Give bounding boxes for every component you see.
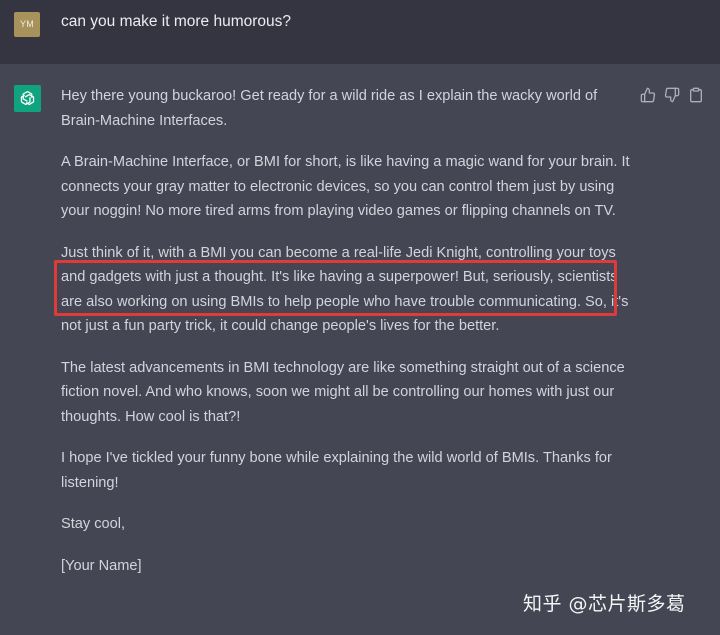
message-paragraph: Hey there young buckaroo! Get ready for … xyxy=(61,88,598,129)
thumbs-up-icon[interactable] xyxy=(640,87,656,103)
watermark: 知乎 @芯片斯多葛 xyxy=(523,593,686,615)
message-paragraph: The latest advancements in BMI technolog… xyxy=(61,359,625,425)
openai-logo-icon xyxy=(14,85,41,112)
copy-icon[interactable] xyxy=(688,87,704,103)
thumbs-down-icon[interactable] xyxy=(664,87,680,103)
user-avatar: YM xyxy=(14,12,40,37)
message-paragraph: I hope I've tickled your funny bone whil… xyxy=(61,450,612,491)
user-message-row: YM can you make it more humorous? xyxy=(0,0,720,64)
assistant-message-content: Hey there young buckaroo! Get ready for … xyxy=(61,84,636,595)
message-paragraph: A Brain-Machine Interface, or BMI for sh… xyxy=(61,154,630,219)
message-paragraph: Stay cool, xyxy=(61,516,126,532)
highlight-annotation-box xyxy=(54,260,617,316)
message-actions xyxy=(640,87,704,103)
user-message-text: can you make it more humorous? xyxy=(61,13,292,30)
message-paragraph: [Your Name] xyxy=(61,557,142,574)
assistant-message-row: Hey there young buckaroo! Get ready for … xyxy=(0,64,720,635)
